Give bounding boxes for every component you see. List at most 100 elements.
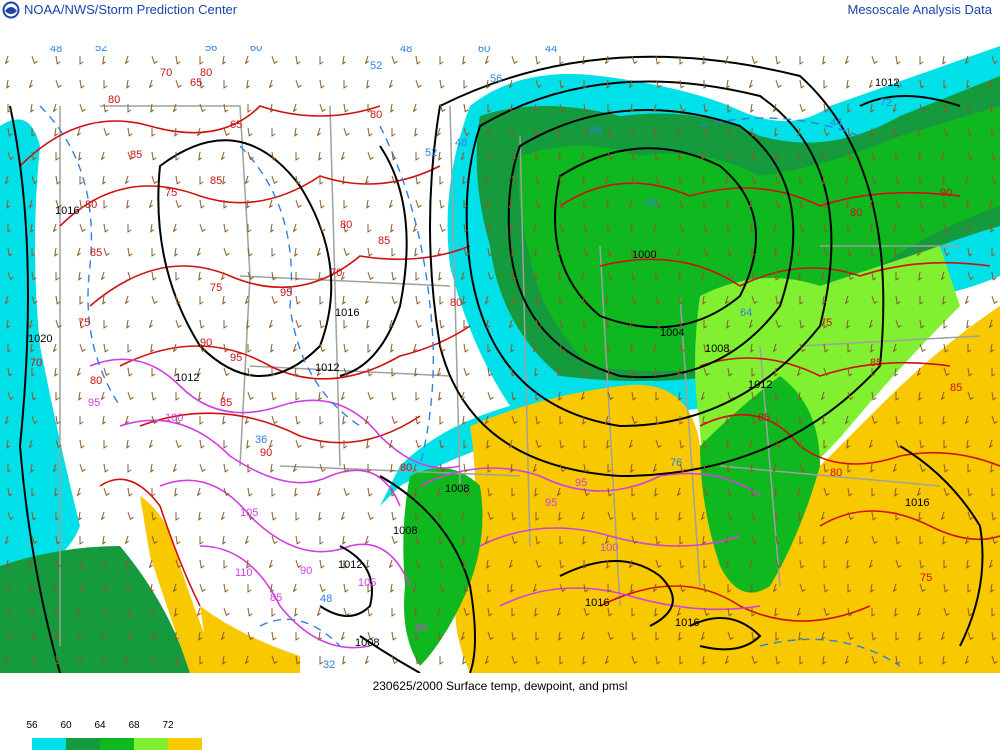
wind-barb: [318, 631, 323, 641]
wind-barb: [55, 55, 61, 65]
hot-temperature-label: 95: [88, 397, 100, 409]
temperature-label: 95: [230, 352, 242, 364]
wind-barb: [343, 487, 350, 497]
wind-barb: [78, 271, 83, 281]
wind-barb: [463, 343, 469, 353]
wind-barb: [151, 248, 156, 257]
wind-barb: [412, 343, 417, 353]
wind-barb: [294, 127, 299, 137]
wind-barb: [439, 176, 444, 185]
wind-barb: [103, 440, 108, 449]
wind-barb: [223, 583, 229, 593]
wind-barb: [271, 631, 277, 641]
wind-barb: [76, 247, 81, 257]
dewpoint-label: 68: [645, 197, 657, 209]
wind-barb: [151, 151, 157, 161]
wind-barb: [270, 583, 275, 593]
wind-barb: [367, 344, 372, 353]
wind-barb: [126, 199, 131, 209]
isobar-label: 1008: [355, 637, 379, 649]
wind-barb: [196, 487, 201, 497]
wind-barb: [76, 367, 81, 377]
wind-barb: [342, 535, 347, 545]
wind-barb: [55, 152, 60, 161]
hot-temperature-label: 100: [600, 542, 618, 554]
wind-barb: [343, 247, 350, 257]
wind-barb: [172, 103, 177, 113]
wind-barb: [223, 223, 229, 233]
wind-barb: [271, 391, 277, 401]
dewpoint-label: 44: [830, 117, 842, 129]
wind-barb: [148, 559, 153, 569]
dewpoint-legend: 56 60 64 68 72: [0, 720, 210, 750]
dewpoint-label: 60: [250, 46, 262, 54]
wind-barb: [390, 103, 395, 113]
temperature-label: 80: [370, 109, 382, 121]
isobar-label: 1016: [335, 307, 359, 319]
wind-barb: [439, 56, 444, 65]
wind-barb: [271, 128, 276, 137]
wind-barb: [223, 343, 229, 353]
wind-barb: [54, 367, 59, 377]
wind-barb: [439, 296, 444, 305]
wind-barb: [79, 536, 84, 545]
wind-barb: [127, 487, 133, 497]
wind-barb: [175, 295, 181, 305]
wind-barb: [366, 199, 371, 209]
wind-barb: [295, 439, 302, 449]
wind-barb: [103, 320, 108, 329]
temperature-label: 75: [165, 187, 177, 199]
wind-barb: [223, 127, 230, 137]
wind-barb: [271, 175, 278, 185]
wind-barb: [124, 535, 129, 545]
wind-barb: [295, 79, 302, 89]
wind-barb: [220, 511, 225, 521]
wind-barb: [463, 320, 468, 329]
wind-barb: [823, 80, 828, 89]
wind-barb: [103, 223, 109, 233]
wind-barb: [174, 487, 179, 497]
isobar-label: 1008: [445, 483, 469, 495]
dewpoint-label: 56: [490, 73, 502, 85]
isobar-label: 1016: [585, 597, 609, 609]
wind-barb: [244, 535, 249, 545]
wind-barb: [919, 56, 924, 65]
wind-barb: [364, 295, 369, 305]
wind-barb: [895, 55, 901, 65]
wind-barb: [151, 271, 157, 281]
wind-barb: [319, 319, 325, 329]
wind-barb: [223, 320, 228, 329]
wind-barb: [366, 319, 371, 329]
wind-barb: [439, 79, 445, 89]
wind-barb: [198, 151, 203, 161]
wind-barb: [270, 223, 275, 233]
wind-barb: [247, 224, 252, 233]
wind-barb: [174, 247, 179, 257]
wind-barb: [271, 608, 276, 617]
wind-barb: [390, 583, 395, 593]
wind-barb: [364, 175, 369, 185]
legend-label-56: 56: [26, 720, 38, 731]
wind-barb: [246, 79, 251, 89]
wind-barb: [319, 343, 326, 353]
wind-barb: [198, 271, 203, 281]
wind-barb: [124, 415, 129, 425]
wind-barb: [319, 536, 324, 545]
isobar-label: 1012: [720, 46, 744, 49]
temperature-label: 75: [210, 282, 222, 294]
wind-barb: [54, 127, 59, 137]
wind-barb: [582, 55, 587, 65]
wind-barb: [343, 463, 349, 473]
wind-barb: [55, 79, 62, 89]
wind-barb: [150, 343, 155, 353]
wind-barb: [343, 343, 349, 353]
wind-barb: [150, 223, 155, 233]
wind-barb: [150, 463, 155, 473]
wind-barb: [127, 464, 132, 473]
wind-barb: [316, 487, 321, 497]
wind-barb: [271, 248, 276, 257]
wind-barb: [79, 199, 85, 209]
wind-barb: [342, 415, 347, 425]
wind-barb: [367, 224, 372, 233]
wind-barb: [247, 247, 253, 257]
